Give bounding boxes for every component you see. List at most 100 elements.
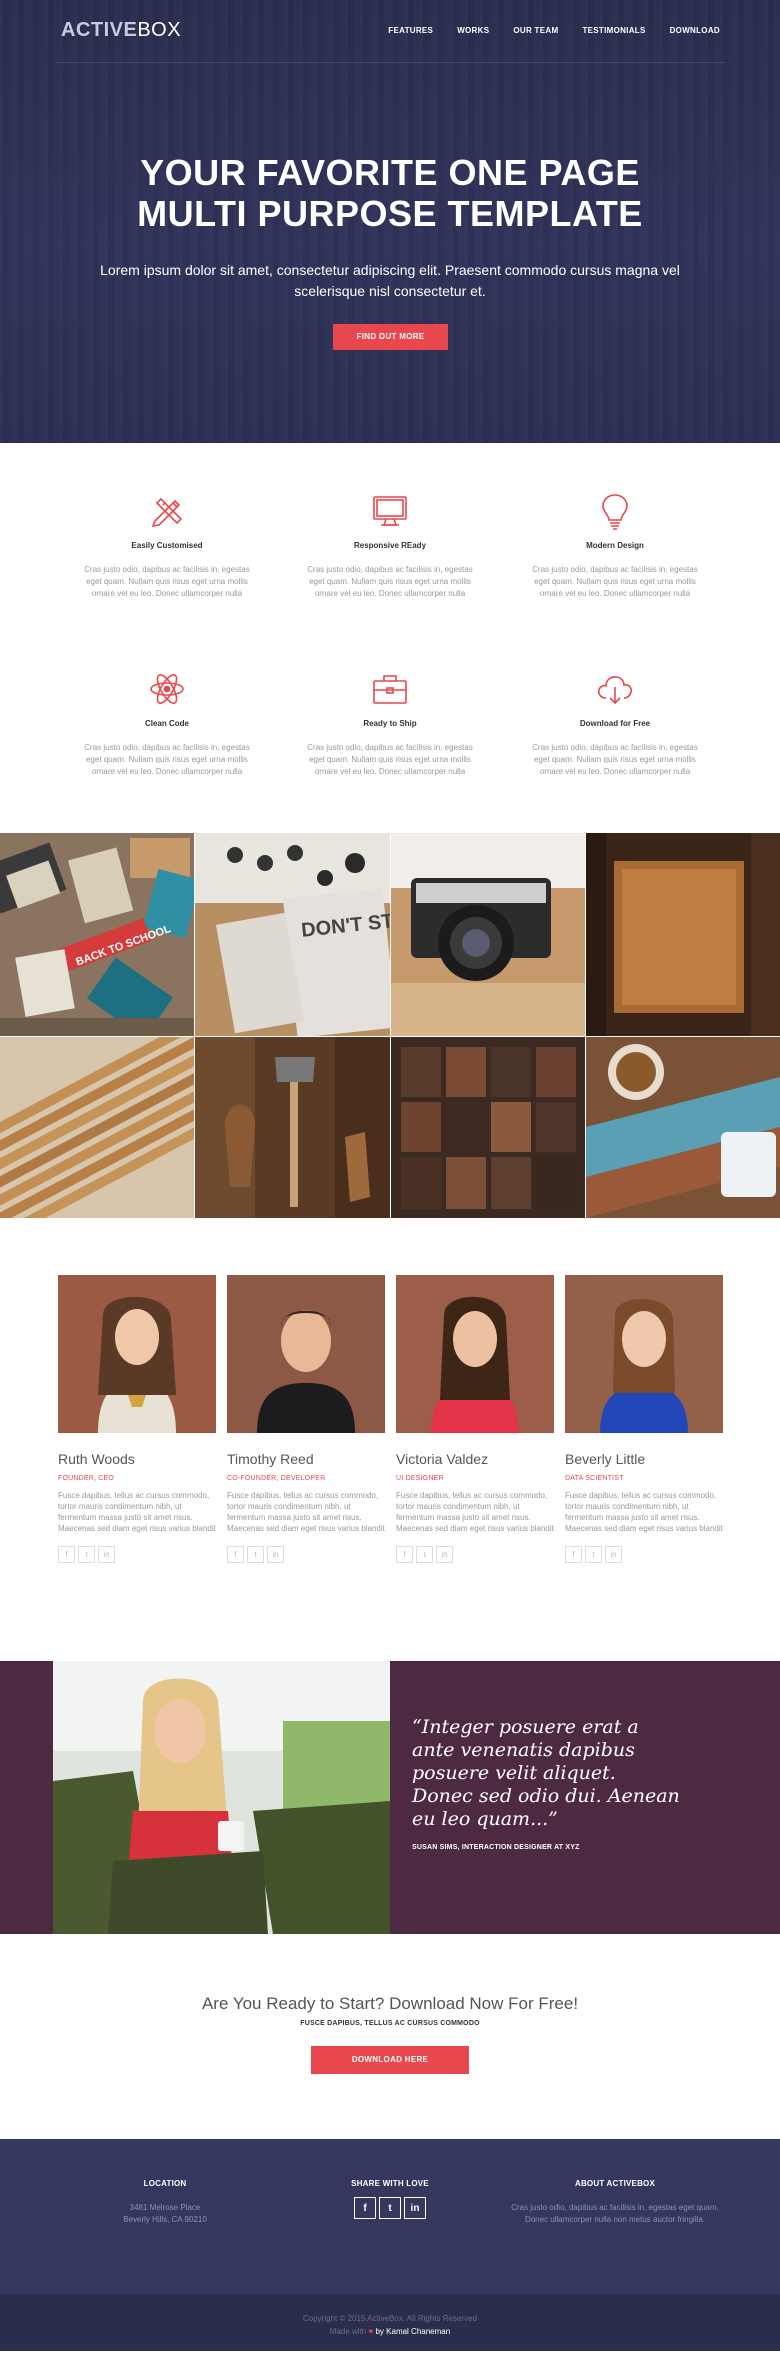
member-role: DATA SCIENTIST [565,1475,624,1482]
feature-title: Modern Design [586,541,644,550]
hero-text: Lorem ipsum dolor sit amet, consectetur … [100,262,680,299]
hero-section: ACTIVEBOX FEATURES WORKS OUR TEAM TESTIM… [0,0,780,443]
camera-tile[interactable] [391,833,585,1036]
linkedin-icon[interactable]: in [98,1546,115,1563]
briefcase-icon [373,675,407,704]
member-role: CO-FOUNDER, DEVELOPER [227,1475,326,1482]
address-line2: Beverly Hills, CA 90210 [123,2215,207,2224]
avatar [396,1275,554,1433]
download-cta-section: Are You Ready to Start? Download Now For… [0,1934,780,2139]
feature-ready-to-ship: Ready to Ship Cras justo odio, dapibus a… [300,669,480,778]
nav-link-testimonials[interactable]: TESTIMONIALS [582,26,645,35]
nav-link-download[interactable]: DOWNLOAD [670,26,720,35]
logo-bold-text: ACTIVE [61,19,138,41]
download-here-button[interactable]: DOWNLOAD HERE [311,2046,469,2074]
facebook-icon[interactable]: f [227,1546,244,1563]
facebook-icon[interactable]: f [58,1546,75,1563]
footer-about-title: ABOUT ACTIVEBOX [574,2179,656,2188]
twitter-icon[interactable]: t [78,1546,95,1563]
facebook-icon[interactable]: f [396,1546,413,1563]
feature-title: Easily Customised [131,541,203,550]
pencil-ruler-icon [151,497,183,528]
footer-location: LOCATION 3481 Melrose Place Beverly Hills… [60,2179,270,2226]
twitter-icon[interactable]: t [416,1546,433,1563]
cloud-download-icon [597,676,632,705]
feature-title: Download for Free [579,719,651,728]
feature-text: Cras justo odio, dapibus ac facilisis in… [532,743,698,776]
member-bio: Fusce dapibus, tellus ac cursus commodo,… [396,1491,554,1533]
nav-divider [55,62,725,63]
facebook-icon[interactable]: f [354,2197,376,2219]
nav-link-our-team[interactable]: OUR TEAM [513,26,558,35]
feature-clean-code: Clean Code Cras justo odio, dapibus ac f… [77,669,257,778]
logo-light-text: BOX [137,19,182,41]
twitter-icon[interactable]: t [247,1546,264,1563]
member-social: f t in [58,1546,216,1563]
linkedin-icon[interactable]: in [436,1546,453,1563]
testimonial-photo [53,1661,390,1934]
feature-responsive-ready: Responsive REady Cras justo odio, dapibu… [300,491,480,600]
feature-easily-customised: Easily Customised Cras justo odio, dapib… [77,491,257,600]
letterpress-tile[interactable] [391,1037,585,1218]
coffee-table-tile[interactable] [586,1037,780,1218]
team-member-ruth-woods: Ruth Woods FOUNDER, CEO Fusce dapibus, t… [58,1275,216,1563]
made-with-line: Made with ♥ by Kamal Chaneman [0,2327,780,2336]
atom-icon [150,674,184,704]
linkedin-icon[interactable]: in [404,2197,426,2219]
feature-text: Cras justo odio, dapibus ac facilisis in… [84,743,250,776]
team-section: Ruth Woods FOUNDER, CEO Fusce dapibus, t… [0,1218,780,1661]
feature-title: Clean Code [144,719,189,728]
member-name: Timothy Reed [227,1451,314,1467]
twitter-icon[interactable]: t [585,1546,602,1563]
footer-share: SHARE WITH LOVE f t in [285,2179,495,2219]
tools-tile[interactable] [195,1037,390,1218]
footer-location-title: LOCATION [143,2179,187,2188]
member-bio: Fusce dapibus, tellus ac cursus commodo,… [227,1491,385,1533]
footer-about-text: Cras justo odio, dapibus ac facilisis in… [511,2203,719,2224]
linkedin-icon[interactable]: in [605,1546,622,1563]
feature-title: Ready to Ship [363,719,417,728]
team-member-timothy-reed: Timothy Reed CO-FOUNDER, DEVELOPER Fusce… [227,1275,385,1563]
nav-links: FEATURES WORKS OUR TEAM TESTIMONIALS DOW… [388,26,720,35]
typewriter-print-tile[interactable]: DON'T STAND THERE [195,833,390,1036]
navbar: ACTIVEBOX FEATURES WORKS OUR TEAM TESTIM… [0,0,780,63]
avatar [565,1275,723,1433]
hero-title-line2: MULTI PURPOSE TEMPLATE [137,193,643,234]
logo[interactable]: ACTIVEBOX [61,19,181,42]
team-member-beverly-little: Beverly Little DATA SCIENTIST Fusce dapi… [565,1275,723,1563]
feature-title: Responsive REady [353,541,427,550]
cta-subtitle: FUSCE DAPIBUS, TELLUS AC CURSUS COMMODO [300,2020,480,2027]
twitter-icon[interactable]: t [379,2197,401,2219]
member-name: Ruth Woods [58,1451,135,1467]
features-section: Easily Customised Cras justo odio, dapib… [0,443,780,833]
pencils-tile[interactable] [0,1037,194,1218]
facebook-icon[interactable]: f [565,1546,582,1563]
author-link[interactable]: by Kamal Chaneman [375,2327,450,2336]
stationery-tile[interactable]: BACK TO SCHOOL [0,833,194,1036]
avatar [227,1275,385,1433]
member-name: Victoria Valdez [396,1451,489,1467]
feature-text: Cras justo odio, dapibus ac facilisis in… [532,565,698,598]
member-social: f t in [396,1546,554,1563]
feature-modern-design: Modern Design Cras justo odio, dapibus a… [525,491,705,600]
feature-download-free: Download for Free Cras justo odio, dapib… [525,669,705,778]
member-bio: Fusce dapibus, tellus ac cursus commodo,… [565,1491,723,1533]
copyright-bar: Copyright © 2015 ActiveBox. All Rights R… [0,2294,780,2351]
nav-link-works[interactable]: WORKS [457,26,489,35]
footer-share-title: SHARE WITH LOVE [351,2179,429,2188]
footer-about: ABOUT ACTIVEBOX Cras justo odio, dapibus… [510,2179,720,2226]
feature-text: Cras justo odio, dapibus ac facilisis in… [84,565,250,598]
testimonial-quote: “Integer posuere erat a ante venenatis d… [412,1716,680,1830]
linkedin-icon[interactable]: in [267,1546,284,1563]
heart-icon: ♥ [368,2327,374,2336]
avatar [58,1275,216,1433]
member-social: f t in [565,1546,723,1563]
member-role: UI DESIGNER [396,1475,444,1482]
footer: LOCATION 3481 Melrose Place Beverly Hills… [0,2139,780,2294]
find-out-more-button[interactable]: FIND OUT MORE [333,324,448,350]
address-line1: 3481 Melrose Place [129,2203,201,2212]
cta-title: Are You Ready to Start? Download Now For… [201,1994,579,2013]
testimonial-author: SUSAN SIMS, INTERACTION DESIGNER AT XYZ [412,1844,580,1851]
leather-notebook-tile[interactable] [586,833,780,1036]
nav-link-features[interactable]: FEATURES [388,26,433,35]
